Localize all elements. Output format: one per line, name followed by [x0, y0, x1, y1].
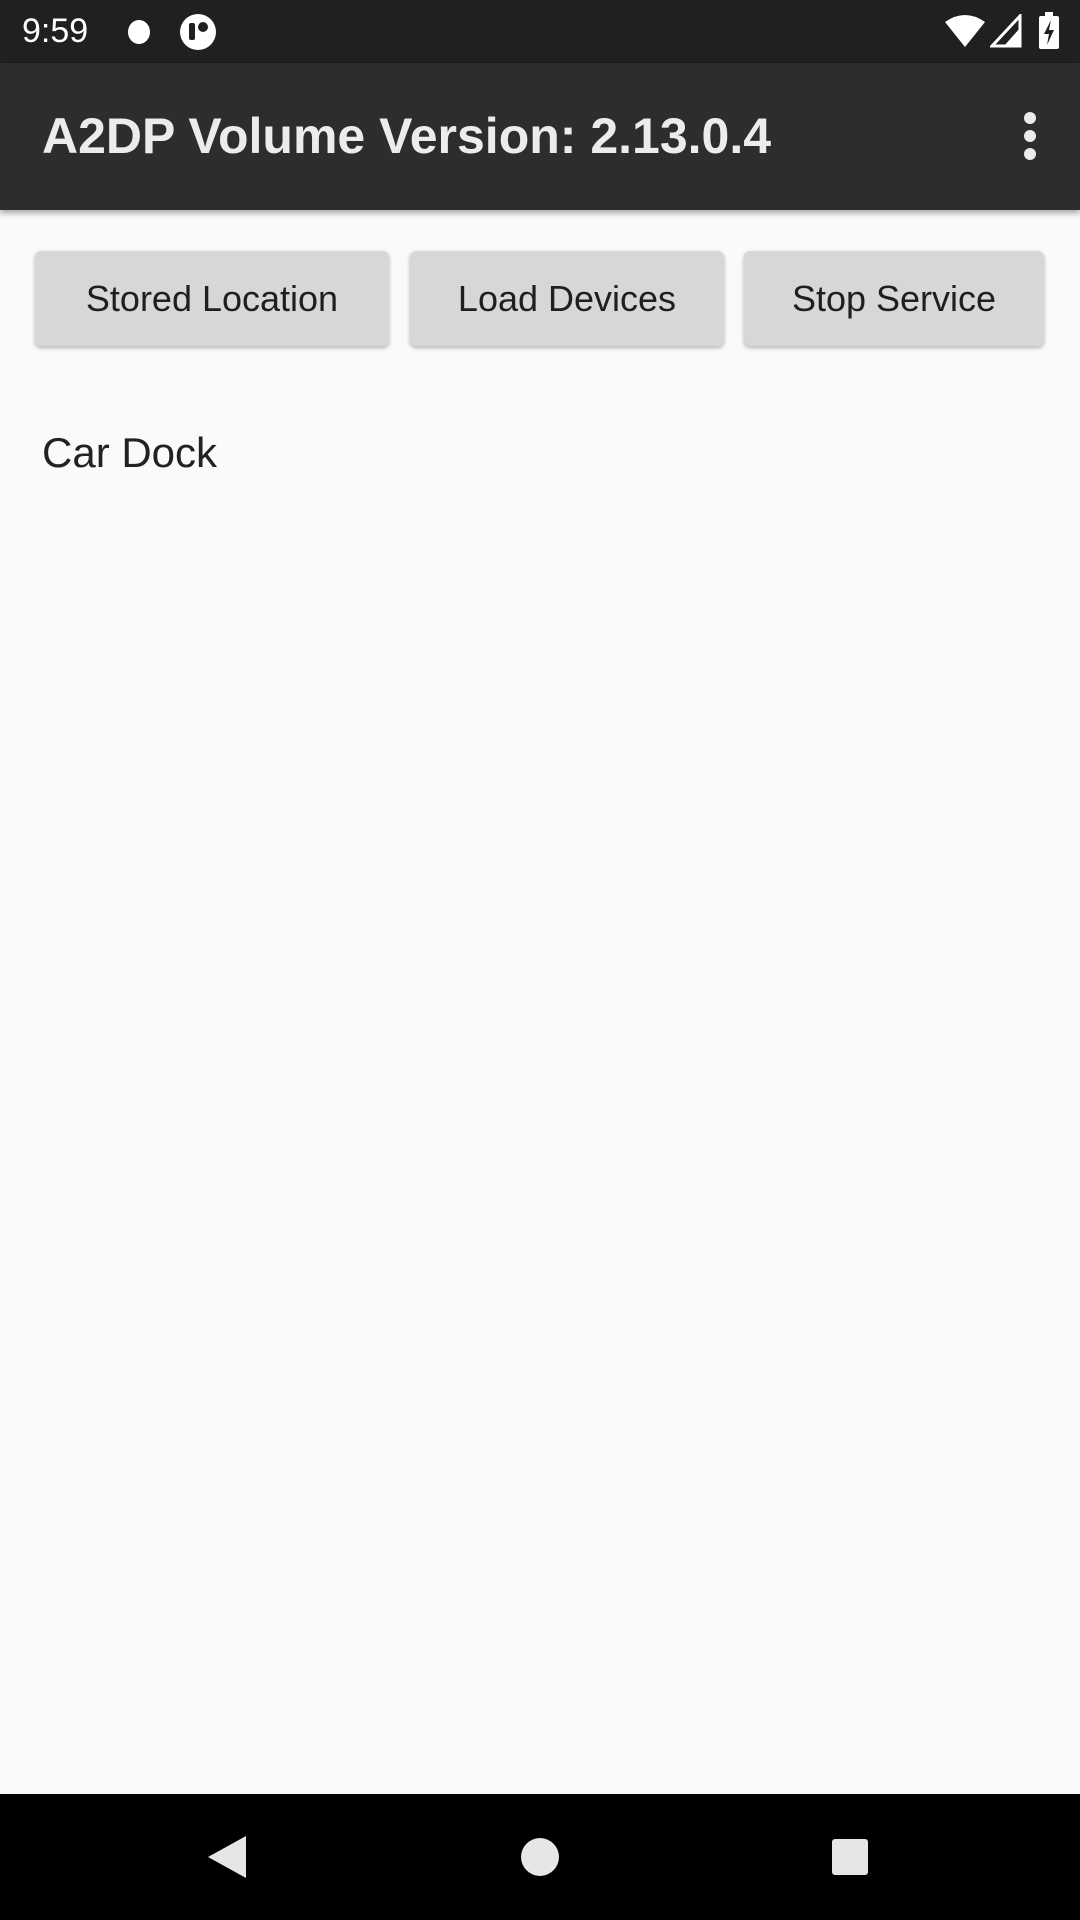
dot-notification-icon	[128, 20, 150, 44]
status-bar: 9:59	[0, 0, 1080, 63]
recents-icon[interactable]	[820, 1794, 880, 1920]
back-icon[interactable]	[196, 1794, 256, 1920]
app-bar: A2DP Volume Version: 2.13.0.4	[0, 63, 1080, 210]
app-title: A2DP Volume Version: 2.13.0.4	[42, 108, 772, 164]
navigation-bar	[0, 1794, 1080, 1920]
home-icon[interactable]	[510, 1794, 570, 1920]
load-devices-button[interactable]: Load Devices	[410, 251, 724, 346]
signal-icon	[990, 14, 1022, 48]
overflow-menu-icon[interactable]	[1000, 105, 1060, 165]
wifi-icon	[945, 15, 985, 47]
device-list-item[interactable]: Car Dock	[42, 426, 217, 480]
status-time: 9:59	[22, 12, 89, 50]
stop-service-button[interactable]: Stop Service	[744, 251, 1044, 346]
stored-location-button[interactable]: Stored Location	[35, 251, 389, 346]
app-notification-icon	[180, 14, 216, 50]
battery-charging-icon	[1039, 12, 1059, 49]
